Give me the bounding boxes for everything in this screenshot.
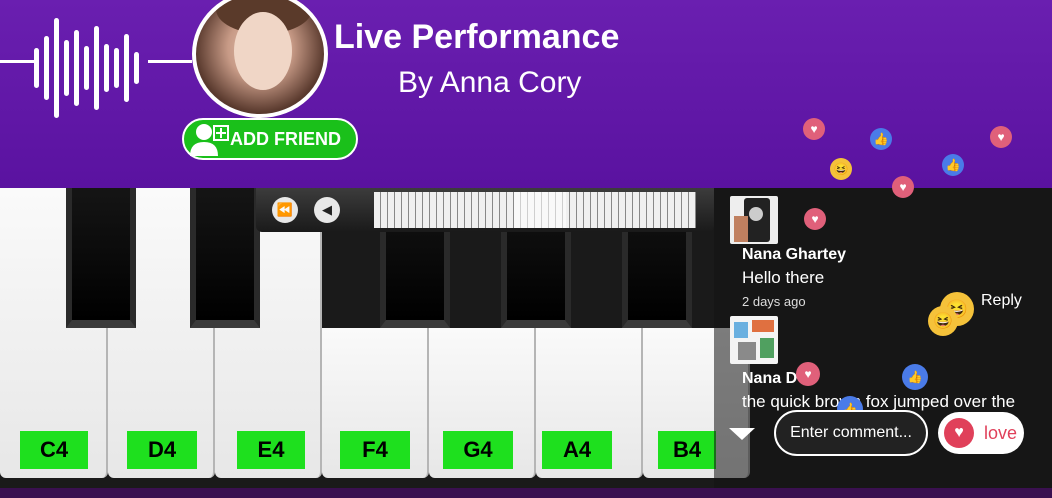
page-subtitle: By Anna Cory <box>398 66 582 99</box>
comment-text: Hello there <box>742 268 825 287</box>
key-label-g4: G4 <box>443 431 513 469</box>
like-reaction-icon: 👍 <box>870 128 892 150</box>
heart-reaction-icon: ♥ <box>796 362 820 386</box>
fast-rewind-icon[interactable]: ⏪ <box>272 197 298 223</box>
collapse-chat-icon[interactable] <box>729 428 755 440</box>
comment-text: the quick brown fox jumped over the <box>742 392 1016 411</box>
add-friend-button[interactable]: ADD FRIEND <box>182 118 358 160</box>
key-label-f4: F4 <box>340 431 410 469</box>
key-label-b4: B4 <box>658 431 716 469</box>
haha-reaction-icon: 😆 <box>830 158 852 180</box>
play-back-icon[interactable]: ◀ <box>314 197 340 223</box>
bottom-strip <box>0 488 1052 498</box>
haha-reaction-icon: 😆 <box>928 306 958 336</box>
love-button[interactable]: ♥ love <box>938 412 1024 454</box>
audio-wave-icon <box>30 18 150 118</box>
heart-reaction-icon: ♥ <box>804 208 826 230</box>
comment-avatar[interactable] <box>730 196 778 244</box>
heart-reaction-icon: ♥ <box>803 118 825 140</box>
key-label-e4: E4 <box>237 431 305 469</box>
page-title: Live Performance <box>334 18 620 56</box>
heart-icon: ♥ <box>944 418 974 448</box>
comment-author[interactable]: Nana Ghartey <box>742 246 846 264</box>
comment-avatar[interactable] <box>730 316 778 364</box>
reply-button[interactable]: Reply <box>981 292 1022 310</box>
transport-bar: ⏪ ◀ <box>256 188 714 232</box>
header-bar: ADD FRIEND Live Performance By Anna Cory <box>0 0 1052 188</box>
black-key-ds4[interactable] <box>190 188 260 328</box>
wave-line-right <box>148 60 192 63</box>
key-label-d4: D4 <box>127 431 197 469</box>
like-reaction-icon: 👍 <box>902 364 928 390</box>
heart-reaction-icon: ♥ <box>990 126 1012 148</box>
heart-reaction-icon: ♥ <box>892 176 914 198</box>
black-key-cs4[interactable] <box>66 188 136 328</box>
like-reaction-icon: 👍 <box>942 154 964 176</box>
avatar-face <box>234 12 292 90</box>
comment-time: 2 days ago <box>742 294 806 309</box>
love-label: love <box>984 422 1018 443</box>
key-label-a4: A4 <box>542 431 612 469</box>
avatar[interactable] <box>192 0 328 118</box>
keyboard-overview[interactable] <box>374 192 696 228</box>
wave-line-left <box>0 60 34 63</box>
comment-input[interactable]: Enter comment... <box>774 410 928 456</box>
keyboard-overview-highlight[interactable] <box>514 192 566 228</box>
add-friend-label: ADD FRIEND <box>230 128 341 149</box>
comment-author[interactable]: Nana D <box>742 370 797 388</box>
add-user-icon <box>186 120 230 158</box>
key-label-c4: C4 <box>20 431 88 469</box>
